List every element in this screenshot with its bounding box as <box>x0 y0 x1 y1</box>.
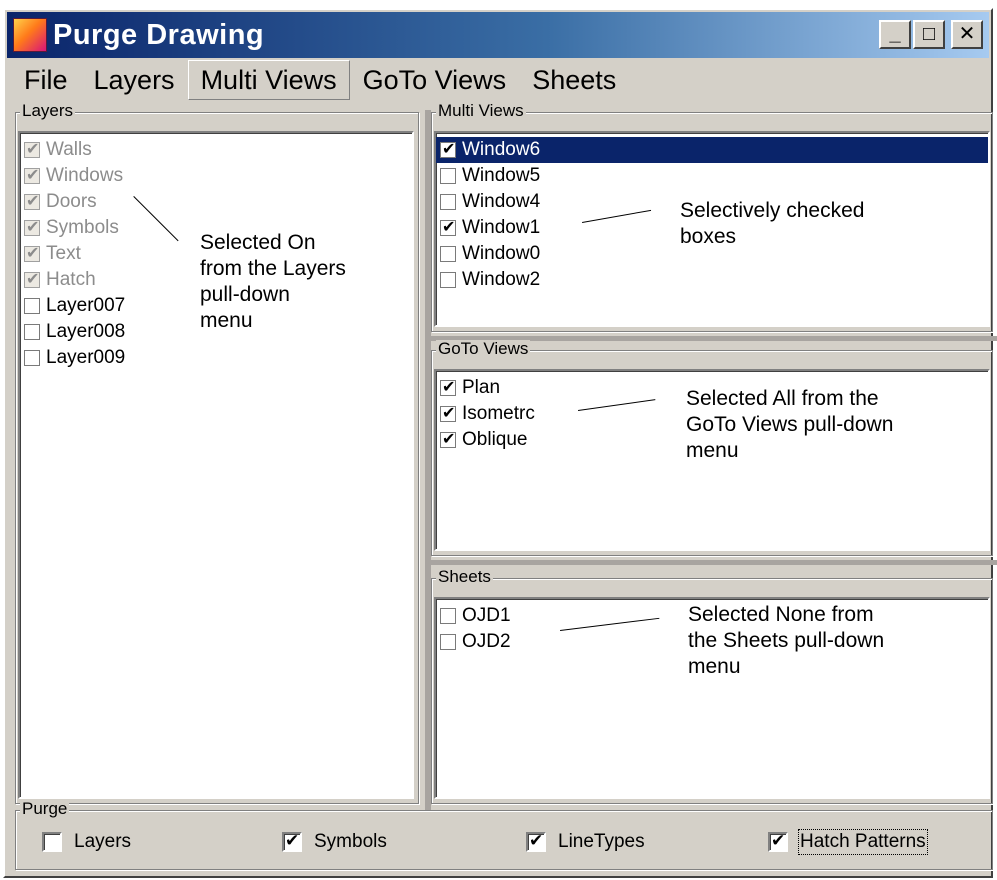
multi-views-group-label: Multi Views <box>436 101 526 120</box>
multi-view-item-label: Window0 <box>462 243 541 264</box>
layer-item[interactable]: Layer009 <box>20 345 412 371</box>
multi-views-annotation: Selectively checked boxes <box>680 198 980 258</box>
purge-symbols-option[interactable]: Symbols <box>282 831 387 853</box>
purge-hatch-patterns-checkbox[interactable] <box>768 831 788 852</box>
goto-view-item-checkbox[interactable] <box>440 404 456 424</box>
layer-item-label: Layer008 <box>46 321 126 342</box>
menu-file[interactable]: File <box>11 60 81 100</box>
multi-view-item-label: Window2 <box>462 269 541 290</box>
sheet-item-label: OJD1 <box>462 605 511 626</box>
purge-layers-label: Layers <box>74 831 132 852</box>
multi-view-item-label: Window5 <box>462 165 541 186</box>
multi-view-item-label: Window6 <box>462 139 541 160</box>
layer-item-checkbox[interactable] <box>24 192 40 212</box>
layers-group-label: Layers <box>20 101 76 120</box>
horizontal-splitter-2[interactable] <box>431 560 997 565</box>
purge-group-label: Purge <box>20 799 70 818</box>
layers-annotation-text: Selected On from the Layers pull-down me… <box>200 231 346 332</box>
layer-item-label: Hatch <box>46 269 96 290</box>
layer-item-checkbox[interactable] <box>24 218 40 238</box>
menu-multi-views[interactable]: Multi Views <box>187 60 350 100</box>
layer-item-label: Windows <box>46 165 124 186</box>
multi-view-item[interactable]: Window5 <box>436 163 988 189</box>
goto-view-item-checkbox[interactable] <box>440 378 456 398</box>
multi-view-item-checkbox[interactable] <box>440 168 456 184</box>
layer-item-label: Walls <box>46 139 92 160</box>
purge-layers-checkbox[interactable] <box>42 832 62 852</box>
layers-group: Layers Walls Windows Doors Symbols Text Hatch… <box>15 102 419 804</box>
multi-view-item-checkbox[interactable] <box>440 218 456 238</box>
layer-item[interactable]: Windows <box>20 163 412 189</box>
multi-view-item-label: Window1 <box>462 217 541 238</box>
layer-item-checkbox[interactable] <box>24 324 40 340</box>
window-title: Purge Drawing <box>53 18 265 51</box>
purge-symbols-label: Symbols <box>314 831 387 852</box>
layer-item[interactable]: Doors <box>20 189 412 215</box>
multi-view-item[interactable]: Window2 <box>436 267 988 293</box>
sheet-item-checkbox[interactable] <box>440 608 456 624</box>
multi-view-item-checkbox[interactable] <box>440 246 456 262</box>
layer-item-label: Doors <box>46 191 97 212</box>
purge-layers-option[interactable]: Layers <box>42 831 131 853</box>
title-bar[interactable]: Purge Drawing _ □ ✕ <box>7 12 989 58</box>
sheet-item-label: OJD2 <box>462 631 511 652</box>
purge-linetypes-option[interactable]: LineTypes <box>526 831 645 853</box>
maximize-button[interactable]: □ <box>913 20 945 49</box>
layer-item-checkbox[interactable] <box>24 298 40 314</box>
layer-item-checkbox[interactable] <box>24 140 40 160</box>
multi-views-annotation-text: Selectively checked boxes <box>680 199 865 248</box>
sheet-item-checkbox[interactable] <box>440 634 456 650</box>
purge-symbols-checkbox[interactable] <box>282 831 302 852</box>
sheets-annotation-text: Selected None from the Sheets pull-down … <box>688 603 885 678</box>
purge-hatch-patterns-option[interactable]: Hatch Patterns <box>768 829 928 855</box>
goto-views-annotation-text: Selected All from the GoTo Views pull-do… <box>686 387 894 462</box>
layer-item-label: Layer009 <box>46 347 126 368</box>
layer-item-label: Text <box>46 243 81 264</box>
purge-hatch-patterns-label: Hatch Patterns <box>798 829 928 855</box>
sheets-annotation: Selected None from the Sheets pull-down … <box>688 602 944 692</box>
layer-item-label: Symbols <box>46 217 119 238</box>
layer-item[interactable]: Walls <box>20 137 412 163</box>
layer-item-checkbox[interactable] <box>24 244 40 264</box>
purge-linetypes-label: LineTypes <box>558 831 645 852</box>
app-icon <box>13 18 47 52</box>
layer-item-checkbox[interactable] <box>24 350 40 366</box>
multi-view-item-checkbox[interactable] <box>440 140 456 160</box>
menu-layers[interactable]: Layers <box>81 60 188 100</box>
multi-view-item-checkbox[interactable] <box>440 194 456 210</box>
goto-views-group-label: GoTo Views <box>436 339 531 358</box>
purge-linetypes-checkbox[interactable] <box>526 831 546 852</box>
minimize-button[interactable]: _ <box>879 20 911 49</box>
multi-view-item-label: Window4 <box>462 191 541 212</box>
goto-view-item-label: Plan <box>462 377 501 398</box>
multi-view-item[interactable]: Window6 <box>436 137 988 163</box>
goto-view-item-checkbox[interactable] <box>440 430 456 450</box>
purge-group: Purge Layers Symbols LineTypes Hatch Pat… <box>15 800 993 870</box>
menu-bar: File Layers Multi Views GoTo Views Sheet… <box>7 60 989 100</box>
goto-views-annotation: Selected All from the GoTo Views pull-do… <box>686 386 944 476</box>
layer-item-checkbox[interactable] <box>24 270 40 290</box>
menu-sheets[interactable]: Sheets <box>519 60 629 100</box>
menu-goto-views[interactable]: GoTo Views <box>350 60 520 100</box>
close-button[interactable]: ✕ <box>951 20 983 49</box>
goto-view-item-label: Isometrc <box>462 403 535 424</box>
goto-view-item-label: Oblique <box>462 429 528 450</box>
sheets-group-label: Sheets <box>436 567 493 586</box>
layers-annotation: Selected On from the Layers pull-down me… <box>200 230 380 342</box>
layer-item-checkbox[interactable] <box>24 166 40 186</box>
layer-item-label: Layer007 <box>46 295 126 316</box>
multi-view-item-checkbox[interactable] <box>440 272 456 288</box>
